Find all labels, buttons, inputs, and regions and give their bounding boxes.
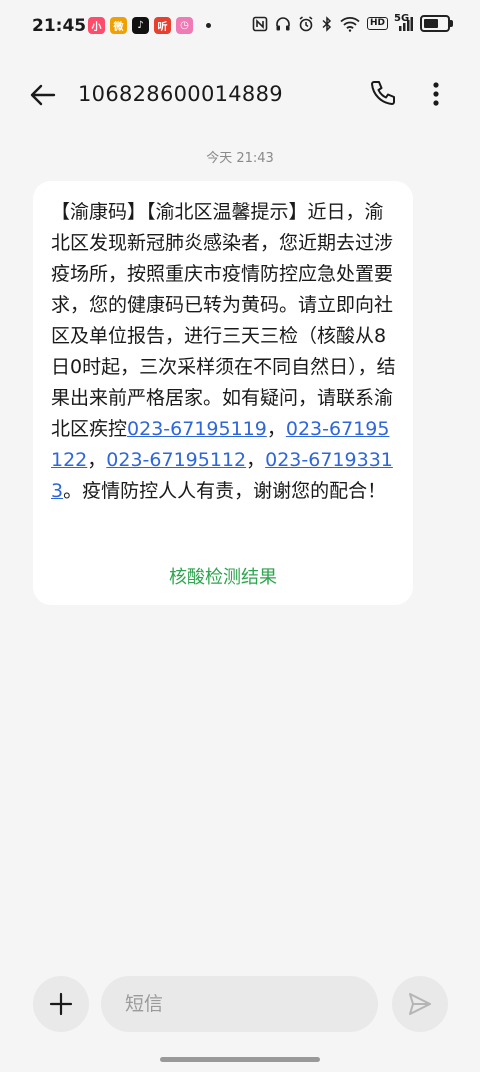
plus-icon: [49, 992, 73, 1016]
message-body: 【渝康码】【渝北区温馨提示】近日，渝北区发现新冠肺炎感染者，您近期去过涉疫场所，…: [51, 197, 401, 507]
home-indicator[interactable]: [160, 1057, 320, 1062]
cellular-signal-icon: 5G: [394, 12, 413, 32]
back-arrow-icon: [30, 84, 56, 106]
separator: ，: [246, 449, 266, 471]
back-button[interactable]: [26, 78, 60, 112]
send-button[interactable]: [392, 976, 448, 1032]
more-notifications-dot: [206, 23, 211, 28]
call-button[interactable]: [366, 78, 398, 110]
message-timestamp: 今天 21:43: [206, 151, 274, 166]
alarm-app-icon: ◷: [176, 17, 193, 34]
headphones-icon: [275, 16, 291, 32]
add-attachment-button[interactable]: [33, 976, 89, 1032]
status-time: 21:45: [32, 16, 87, 36]
separator: ，: [87, 449, 107, 471]
battery-icon: [420, 15, 453, 32]
phone-link[interactable]: 023-67195119: [127, 418, 267, 440]
message-text: 。疫情防控人人有责，谢谢您的配合！: [63, 480, 387, 502]
sender-number: 106828600014889: [78, 82, 283, 106]
xiaohongshu-icon: 小: [88, 17, 105, 34]
phone-icon: [371, 81, 395, 105]
status-indicators: HD 5G: [252, 12, 453, 32]
conversation-header: 106828600014889: [0, 60, 480, 130]
hd-voice-badge: HD: [366, 17, 388, 30]
alarm-icon: [298, 15, 314, 32]
wifi-icon: [340, 16, 360, 32]
weibo-icon: 微: [110, 17, 127, 34]
notification-icons: 小微 ♪ 听 ◷: [88, 17, 211, 34]
nfc-icon: [252, 16, 268, 32]
send-icon: [409, 993, 431, 1015]
bluetooth-icon: [321, 15, 333, 32]
more-vertical-icon: [433, 82, 439, 106]
network-type-label: 5G: [394, 12, 410, 24]
more-options-button[interactable]: [424, 78, 448, 110]
douyin-icon: ♪: [132, 17, 149, 34]
nucleic-test-result-button[interactable]: 核酸检测结果: [33, 563, 413, 589]
message-text: 【渝康码】【渝北区温馨提示】近日，渝北区发现新冠肺炎感染者，您近期去过涉疫场所，…: [51, 201, 396, 440]
separator: ，: [266, 418, 286, 440]
news-app-icon: 听: [154, 17, 171, 34]
message-input[interactable]: [101, 976, 378, 1032]
status-bar: 21:45 小微 ♪ 听 ◷ HD 5G: [0, 0, 480, 54]
message-bubble[interactable]: 【渝康码】【渝北区温馨提示】近日，渝北区发现新冠肺炎感染者，您近期去过涉疫场所，…: [33, 181, 413, 605]
phone-link[interactable]: 023-67195112: [106, 449, 246, 471]
